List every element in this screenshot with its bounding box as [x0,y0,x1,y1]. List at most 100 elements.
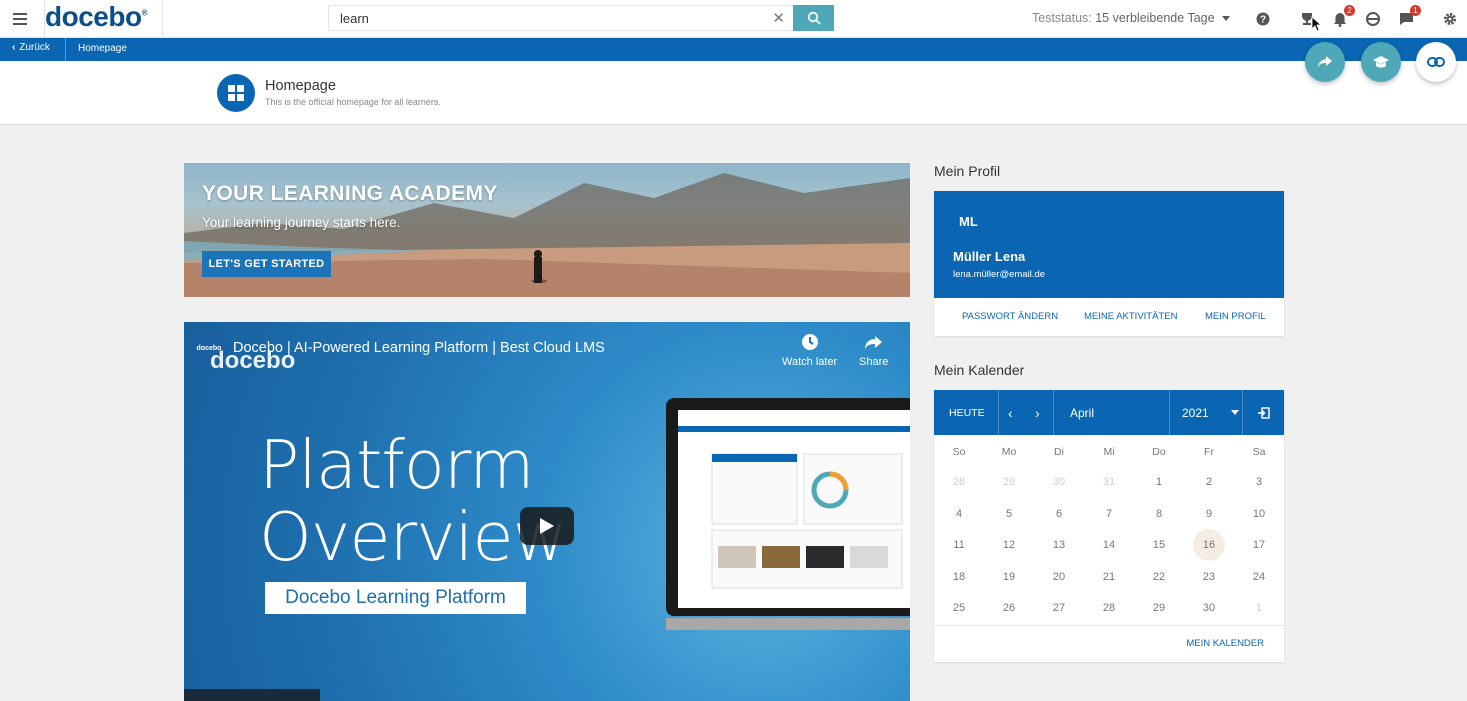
page-title: Homepage [265,78,336,94]
learning-button[interactable] [1361,42,1401,82]
calendar-day[interactable]: 22 [1134,565,1184,589]
divider [162,0,163,38]
video-subtitle-box: Docebo Learning Platform [265,582,526,614]
trial-status-dropdown[interactable]: Teststatus: 15 verbleibende Tage [1032,11,1231,25]
video-player[interactable]: docebo Docebo | AI-Powered Learning Plat… [184,322,910,701]
calendar-day[interactable]: 6 [1034,502,1084,526]
calendar-day[interactable]: 25 [934,596,984,620]
play-button[interactable] [520,507,574,545]
calendar-day[interactable]: 21 [1084,565,1134,589]
calendar-day[interactable]: 19 [984,565,1034,589]
calendar-day[interactable]: 3 [1234,470,1284,494]
copy-link-button[interactable] [1416,42,1456,82]
back-link[interactable]: ‹ Zurück [12,42,50,53]
notifications-bell-icon[interactable]: 2 [1331,5,1355,28]
gear-icon[interactable] [1441,10,1459,28]
month-select[interactable]: April [1070,390,1094,435]
chevron-left-icon: ‹ [1008,404,1013,421]
link-icon [1427,57,1445,67]
calendar-day[interactable]: 29 [984,470,1034,494]
video-logo: docebo [210,347,296,374]
export-calendar-button[interactable] [1257,390,1270,435]
my-calendar-link[interactable]: MEIN KALENDER [1186,638,1264,649]
calendar-day[interactable]: 30 [1184,596,1234,620]
calendar-day[interactable]: 17 [1234,533,1284,557]
weekday-header: Do [1152,446,1166,458]
export-icon [1258,406,1270,419]
calendar-day[interactable]: 29 [1134,596,1184,620]
weekday-header: Mo [1001,446,1017,458]
graduation-cap-icon [1373,56,1389,68]
calendar-day[interactable]: 26 [984,596,1034,620]
calendar-day[interactable]: 8 [1134,502,1184,526]
divider [934,625,1284,626]
next-month-button[interactable]: › [1035,390,1040,435]
calendar-day[interactable]: 5 [984,502,1034,526]
calendar-day[interactable]: 28 [1084,596,1134,620]
calendar-section-title: Mein Kalender [934,362,1025,378]
calendar-widget: HEUTE ‹ › April 2021 So Mo Di Mi Do Fr Sa 28 29 3… [934,390,1284,662]
calendar-day[interactable]: 1 [1134,470,1184,494]
svg-text:?: ? [1260,15,1266,26]
divider [1053,390,1054,435]
calendar-day[interactable]: 13 [1034,533,1084,557]
chevron-left-icon: ‹ [12,42,16,53]
profile-widget: ML Müller Lena lena.müller@email.de PASS… [934,191,1284,336]
calendar-day[interactable]: 14 [1084,533,1134,557]
search-box: ✕ [328,5,794,31]
calendar-toolbar: HEUTE ‹ › April 2021 [934,390,1284,435]
profile-name: Müller Lena [953,249,1026,264]
calendar-day[interactable]: 12 [984,533,1034,557]
calendar-day[interactable]: 18 [934,565,984,589]
calendar-day[interactable]: 7 [1084,502,1134,526]
calendar-day[interactable]: 15 [1134,533,1184,557]
calendar-day[interactable]: 28 [934,470,984,494]
weekday-header: Mi [1103,446,1115,458]
search-button[interactable] [793,5,834,31]
calendar-day[interactable]: 27 [1034,596,1084,620]
my-activities-link[interactable]: MEINE AKTIVITÄTEN [1084,311,1177,322]
play-icon [540,518,554,534]
breadcrumb-bar: ‹ Zurück Homepage [0,38,1467,61]
dashboard-icon [217,74,255,112]
avatar[interactable]: ML [959,214,978,229]
calendar-day[interactable]: 11 [934,533,984,557]
help-icon[interactable]: ? [1254,10,1272,28]
get-started-button[interactable]: LET'S GET STARTED [202,251,331,277]
calendar-day[interactable]: 20 [1034,565,1084,589]
docebo-logo[interactable]: docebo® [45,1,148,33]
calendar-day[interactable]: 23 [1184,565,1234,589]
my-profile-link[interactable]: MEIN PROFIL [1205,311,1266,322]
video-progress-bar[interactable] [184,689,320,701]
calendar-day[interactable]: 24 [1234,565,1284,589]
divider [1242,390,1243,435]
messages-chat-icon[interactable]: 1 [1397,5,1421,28]
search-icon [807,11,821,25]
page-header: Homepage This is the official homepage f… [0,61,1467,125]
change-password-link[interactable]: PASSWORT ÄNDERN [962,311,1058,322]
weekday-header: Fr [1204,446,1214,458]
calendar-day[interactable]: 9 [1184,502,1234,526]
calendar-day[interactable]: 1 [1234,596,1284,620]
prev-month-button[interactable]: ‹ [1008,390,1013,435]
calendar-day[interactable]: 16 [1184,533,1234,557]
breadcrumb-current: Homepage [78,43,127,54]
calendar-day[interactable]: 30 [1034,470,1084,494]
video-share-button[interactable]: Share [859,332,888,368]
banner-title: YOUR LEARNING ACADEMY [202,182,498,205]
badge-icon[interactable] [1364,10,1382,28]
today-button[interactable]: HEUTE [949,390,985,435]
calendar-day[interactable]: 31 [1084,470,1134,494]
divider [998,390,999,435]
share-button[interactable] [1305,42,1345,82]
calendar-day[interactable]: 2 [1184,470,1234,494]
search-input[interactable] [340,11,760,26]
watch-later-button[interactable]: Watch later [782,332,837,368]
year-select[interactable]: 2021 [1182,390,1239,435]
top-bar: docebo® ✕ Teststatus: 15 verbleibende Ta… [0,0,1467,38]
calendar-day[interactable]: 10 [1234,502,1284,526]
calendar-day[interactable]: 4 [934,502,984,526]
menu-icon[interactable] [8,8,32,30]
clear-search-icon[interactable]: ✕ [772,9,785,27]
share-label: Share [859,356,889,368]
